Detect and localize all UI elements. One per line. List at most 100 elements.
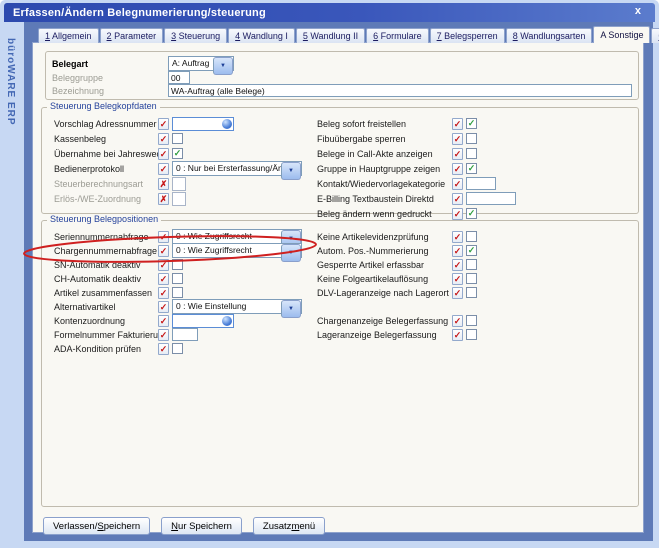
checkbox[interactable] (466, 133, 477, 144)
checkbox[interactable] (466, 231, 477, 242)
field-label: SN-Automatik deaktiv (54, 260, 158, 270)
tab-bar: 1 Allgemein 2 Parameter 3 Steuerung 4 Wa… (38, 26, 659, 43)
kontakt-kategorie-input[interactable] (466, 177, 496, 190)
titlebar: Erfassen/Ändern Belegnumerierung/steueru… (4, 3, 655, 22)
tab-formulare[interactable]: 6 Formulare (366, 28, 429, 43)
perm-check-icon[interactable]: ✓ (158, 231, 169, 243)
zusatzmenu-button[interactable]: Zusatzmenü (253, 517, 325, 535)
form-row: Keine Folgeartikelauflösung ✓ (317, 271, 477, 286)
form-row: Gruppe in Hauptgruppe zeigen ✓ ✓ (317, 161, 477, 176)
perm-check-icon[interactable]: ✓ (452, 287, 463, 299)
field-label: Fibuübergabe sperren (317, 134, 452, 144)
tab-wandlung-1[interactable]: 4 Wandlung I (228, 28, 295, 43)
verlassen-speichern-button[interactable]: Verlassen/Speichern (43, 517, 150, 535)
perm-check-icon[interactable]: ✓ (158, 148, 169, 160)
checkbox[interactable] (172, 133, 183, 144)
nur-speichern-button[interactable]: Nur Speichern (161, 517, 242, 535)
perm-check-icon[interactable]: ✓ (452, 193, 463, 205)
perm-check-icon[interactable]: ✓ (158, 118, 169, 130)
checkbox[interactable] (466, 273, 477, 284)
perm-check-icon[interactable]: ✓ (452, 273, 463, 285)
perm-x-icon[interactable]: ✗ (158, 178, 169, 190)
perm-check-icon[interactable]: ✓ (158, 315, 169, 327)
checkbox[interactable] (172, 273, 183, 284)
checkbox[interactable]: ✓ (466, 163, 477, 174)
perm-check-icon[interactable]: ✓ (158, 287, 169, 299)
field-label: Lageranzeige Belegerfassung (317, 330, 452, 340)
lookup-icon[interactable] (222, 119, 232, 129)
tab-parameter[interactable]: 2 Parameter (100, 28, 164, 43)
perm-check-icon[interactable]: ✓ (452, 329, 463, 341)
perm-check-icon[interactable]: ✓ (158, 245, 169, 257)
perm-check-icon[interactable]: ✓ (158, 273, 169, 285)
chevron-down-icon[interactable]: ▼ (281, 300, 301, 318)
field-label: Kassenbeleg (54, 134, 158, 144)
checkbox[interactable] (466, 315, 477, 326)
ebilling-textbaustein-input[interactable] (466, 192, 516, 205)
tab-wandlung-2[interactable]: 5 Wandlung II (296, 28, 365, 43)
checkbox[interactable]: ✓ (466, 245, 477, 256)
section-legend: Steuerung Belegpositionen (47, 214, 161, 224)
chevron-down-icon[interactable]: ▼ (213, 57, 233, 75)
chevron-down-icon[interactable]: ▼ (281, 162, 301, 180)
perm-check-icon[interactable]: ✓ (452, 208, 463, 220)
tab-wandlungsarten[interactable]: 8 Wandlungsarten (506, 28, 593, 43)
close-icon[interactable]: x (635, 5, 641, 17)
checkbox[interactable]: ✓ (466, 208, 477, 219)
tab-sonstige-active[interactable]: A Sonstige (593, 26, 650, 43)
field-label: Artikel zusammenfassen (54, 288, 158, 298)
checkbox[interactable]: ✓ (466, 118, 477, 129)
perm-check-icon[interactable]: ✓ (452, 259, 463, 271)
bedienerprotokoll-dropdown[interactable]: 0 : Nur bei Ersterfassung/Änderung ▼ (172, 161, 302, 176)
perm-check-icon[interactable]: ✓ (452, 178, 463, 190)
section-legend: Steuerung Belegkopfdaten (47, 101, 160, 111)
checkbox[interactable] (466, 259, 477, 270)
brand-vertical-text: büroWARE ERP (5, 38, 16, 126)
tab-belegsperren[interactable]: 7 Belegsperren (430, 28, 505, 43)
chargennummernabfrage-dropdown[interactable]: 0 : Wie Zugriffsrecht ▼ (172, 243, 302, 258)
bezeichnung-input[interactable] (168, 84, 632, 97)
perm-check-icon[interactable]: ✓ (158, 133, 169, 145)
perm-check-icon[interactable]: ✓ (452, 133, 463, 145)
perm-x-icon[interactable]: ✗ (158, 193, 169, 205)
seriennummernabfrage-dropdown[interactable]: 0 : Wie Zugriffsrecht ▼ (172, 229, 302, 244)
perm-check-icon[interactable]: ✓ (452, 163, 463, 175)
form-row: DLV-Lageranzeige nach Lagerort ✓ (317, 285, 477, 300)
perm-check-icon[interactable]: ✓ (158, 163, 169, 175)
kontenzuordnung-input[interactable] (172, 314, 234, 328)
chevron-down-icon[interactable]: ▼ (281, 244, 301, 262)
lookup-icon[interactable] (222, 316, 232, 326)
field-label: Seriennummernabfrage (54, 232, 158, 242)
perm-check-icon[interactable]: ✓ (452, 315, 463, 327)
form-row: CH-Automatik deaktiv ✓ (54, 271, 183, 286)
formelnummer-input[interactable] (172, 328, 198, 341)
perm-check-icon[interactable]: ✓ (452, 245, 463, 257)
perm-check-icon[interactable]: ✓ (158, 301, 169, 313)
checkbox[interactable] (172, 287, 183, 298)
belegart-dropdown[interactable]: A: Auftrag ▼ (168, 56, 234, 71)
window-title: Erfassen/Ändern Belegnumerierung/steueru… (4, 7, 266, 19)
perm-check-icon[interactable]: ✓ (452, 118, 463, 130)
form-row: Belege in Call-Akte anzeigen ✓ (317, 146, 477, 161)
perm-check-icon[interactable]: ✓ (158, 329, 169, 341)
alternativartikel-dropdown[interactable]: 0 : Wie Einstellung ▼ (172, 299, 302, 314)
form-row: Bedienerprotokoll ✓ 0 : Nur bei Ersterfa… (54, 161, 302, 176)
field-label: Keine Artikelevidenzprüfung (317, 232, 452, 242)
form-row: Chargenanzeige Belegerfassung ✓ (317, 313, 477, 328)
checkbox[interactable]: ✓ (172, 148, 183, 159)
form-row: SN-Automatik deaktiv ✓ (54, 257, 183, 272)
tab-wfl-tb[interactable]: 0 WFL/TB (651, 28, 659, 43)
perm-check-icon[interactable]: ✓ (452, 231, 463, 243)
checkbox[interactable] (466, 287, 477, 298)
tab-content-panel: Belegart A: Auftrag ▼ Beleggruppe Bezeic… (32, 42, 644, 533)
checkbox[interactable] (172, 343, 183, 354)
tab-allgemein[interactable]: 1 Allgemein (38, 28, 99, 43)
perm-check-icon[interactable]: ✓ (158, 343, 169, 355)
tab-steuerung[interactable]: 3 Steuerung (164, 28, 227, 43)
checkbox[interactable] (466, 148, 477, 159)
perm-check-icon[interactable]: ✓ (452, 148, 463, 160)
vorschlag-adressnummer-input[interactable] (172, 117, 234, 131)
perm-check-icon[interactable]: ✓ (158, 259, 169, 271)
checkbox[interactable] (172, 259, 183, 270)
checkbox[interactable] (466, 329, 477, 340)
